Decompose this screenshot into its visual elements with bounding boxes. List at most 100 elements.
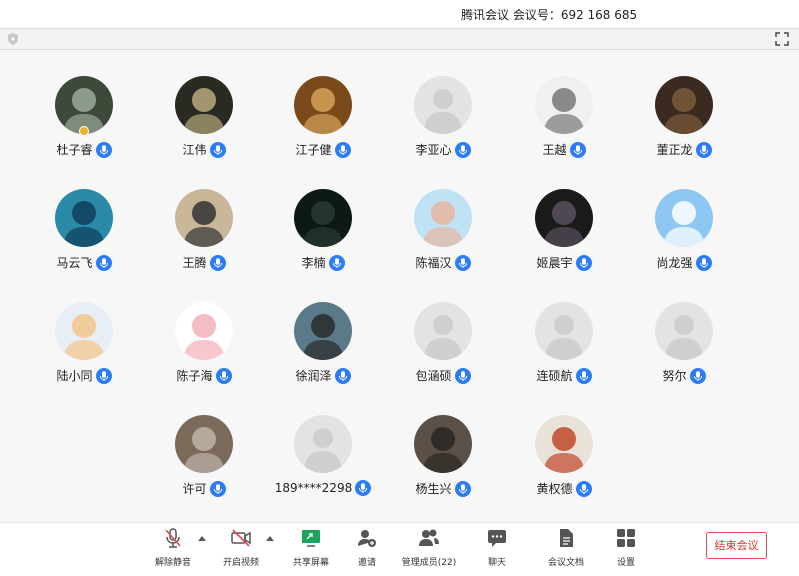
- participant-tile[interactable]: 189****2298: [268, 415, 378, 515]
- participant-name-row: 王越: [509, 141, 619, 158]
- audio-options-caret-icon[interactable]: [198, 535, 206, 541]
- end-meeting-button[interactable]: 结束会议: [706, 532, 767, 559]
- participant-name: 江子健: [295, 143, 332, 157]
- start-video-label: 开启视频: [222, 558, 259, 568]
- avatar[interactable]: [175, 415, 233, 473]
- chat-icon: [488, 530, 506, 547]
- mic-icon: [575, 480, 592, 497]
- participant-name-row: 江子健: [268, 141, 378, 158]
- settings-button[interactable]: 设置: [612, 527, 640, 573]
- participant-name: 包涵硕: [415, 369, 452, 383]
- avatar[interactable]: [655, 189, 713, 247]
- bottom-control-bar: 解除静音 开启视频 共享屏幕 邀请 管理成员(22) 聊天 会议文档 设置 结束…: [0, 522, 799, 576]
- video-options-caret-icon[interactable]: [266, 535, 274, 541]
- participant-tile[interactable]: 李亚心: [388, 76, 498, 176]
- participant-tile[interactable]: 江子健: [268, 76, 378, 176]
- shield-icon[interactable]: [6, 32, 20, 46]
- participant-name: 陈子海: [176, 369, 213, 383]
- avatar[interactable]: [535, 76, 593, 134]
- chat-button[interactable]: 聊天: [482, 527, 512, 573]
- participant-tile[interactable]: 姬晨宇: [509, 189, 619, 289]
- mic-icon: [95, 141, 112, 158]
- participant-name-row: 李楠: [268, 254, 378, 271]
- participant-grid: 杜子睿 江伟 江子健 李亚心 王越 董正龙马云飞 王腾 李楠 陈福汉 姬晨宇 尚龙强陆小同 陈子海 徐润…: [0, 50, 799, 522]
- avatar[interactable]: [294, 76, 352, 134]
- mic-icon: [209, 254, 226, 271]
- mic-icon: [334, 141, 351, 158]
- participant-tile[interactable]: 包涵硕: [388, 302, 498, 402]
- participant-name-row: 许可: [149, 480, 259, 497]
- invite-label: 邀请: [357, 558, 376, 568]
- meeting-docs-button[interactable]: 会议文档: [545, 527, 587, 573]
- participant-name: 杜子睿: [56, 143, 93, 157]
- participant-name-row: 姬晨宇: [509, 254, 619, 271]
- avatar[interactable]: [414, 302, 472, 360]
- avatar[interactable]: [175, 302, 233, 360]
- participant-name: 江伟: [182, 143, 207, 157]
- share-screen-button[interactable]: 共享屏幕: [288, 527, 334, 573]
- meeting-title: 腾讯会议 会议号：692 168 685: [461, 8, 638, 22]
- share-screen-icon: [302, 530, 320, 547]
- avatar[interactable]: [655, 76, 713, 134]
- participant-name-row: 努尔: [629, 367, 739, 384]
- avatar[interactable]: [175, 76, 233, 134]
- participant-tile[interactable]: 王腾: [149, 189, 259, 289]
- unmute-button[interactable]: 解除静音: [152, 527, 194, 573]
- add-user-icon: [358, 530, 376, 547]
- participant-tile[interactable]: 陈福汉: [388, 189, 498, 289]
- avatar[interactable]: [294, 302, 352, 360]
- participant-name: 王腾: [182, 256, 207, 270]
- fullscreen-icon[interactable]: [775, 32, 789, 46]
- view-toolbar: [0, 28, 799, 50]
- avatar[interactable]: [535, 415, 593, 473]
- mic-icon: [569, 141, 586, 158]
- mic-icon: [95, 367, 112, 384]
- participant-tile[interactable]: 李楠: [268, 189, 378, 289]
- avatar[interactable]: [55, 189, 113, 247]
- share-screen-label: 共享屏幕: [292, 558, 329, 568]
- chat-label: 聊天: [487, 558, 506, 568]
- participant-tile[interactable]: 杨生兴: [388, 415, 498, 515]
- avatar[interactable]: [535, 189, 593, 247]
- participant-tile[interactable]: 董正龙: [629, 76, 739, 176]
- avatar[interactable]: [294, 415, 352, 473]
- participant-tile[interactable]: 许可: [149, 415, 259, 515]
- avatar[interactable]: [655, 302, 713, 360]
- mic-icon: [334, 367, 351, 384]
- participant-tile[interactable]: 江伟: [149, 76, 259, 176]
- members-icon: [419, 529, 439, 546]
- avatar[interactable]: [175, 189, 233, 247]
- avatar[interactable]: [55, 302, 113, 360]
- mic-icon: [695, 141, 712, 158]
- mic-muted-icon: [165, 528, 181, 548]
- manage-members-button[interactable]: 管理成员(22): [398, 527, 460, 573]
- participant-tile[interactable]: 努尔: [629, 302, 739, 402]
- participant-name-row: 徐润泽: [268, 367, 378, 384]
- participant-name-row: 李亚心: [388, 141, 498, 158]
- participant-name-row: 189****2298: [268, 480, 378, 496]
- avatar[interactable]: [535, 302, 593, 360]
- mic-icon: [689, 367, 706, 384]
- participant-tile[interactable]: 连硕航: [509, 302, 619, 402]
- start-video-button[interactable]: 开启视频: [220, 527, 262, 573]
- avatar[interactable]: [414, 76, 472, 134]
- participant-tile[interactable]: 王越: [509, 76, 619, 176]
- avatar[interactable]: [414, 189, 472, 247]
- mic-icon: [454, 367, 471, 384]
- participant-name-row: 陈福汉: [388, 254, 498, 271]
- participant-name: 徐润泽: [295, 369, 332, 383]
- participant-tile[interactable]: 陆小同: [29, 302, 139, 402]
- participant-tile[interactable]: 尚龙强: [629, 189, 739, 289]
- mic-icon: [328, 254, 345, 271]
- participant-tile[interactable]: 徐润泽: [268, 302, 378, 402]
- participant-tile[interactable]: 陈子海: [149, 302, 259, 402]
- avatar[interactable]: [294, 189, 352, 247]
- participant-tile[interactable]: 杜子睿: [29, 76, 139, 176]
- title-bar: 腾讯会议 会议号：692 168 685: [0, 0, 799, 28]
- document-icon: [560, 529, 573, 547]
- invite-button[interactable]: 邀请: [350, 527, 384, 573]
- participant-name: 189****2298: [274, 481, 353, 495]
- avatar[interactable]: [414, 415, 472, 473]
- participant-tile[interactable]: 黄权德: [509, 415, 619, 515]
- participant-tile[interactable]: 马云飞: [29, 189, 139, 289]
